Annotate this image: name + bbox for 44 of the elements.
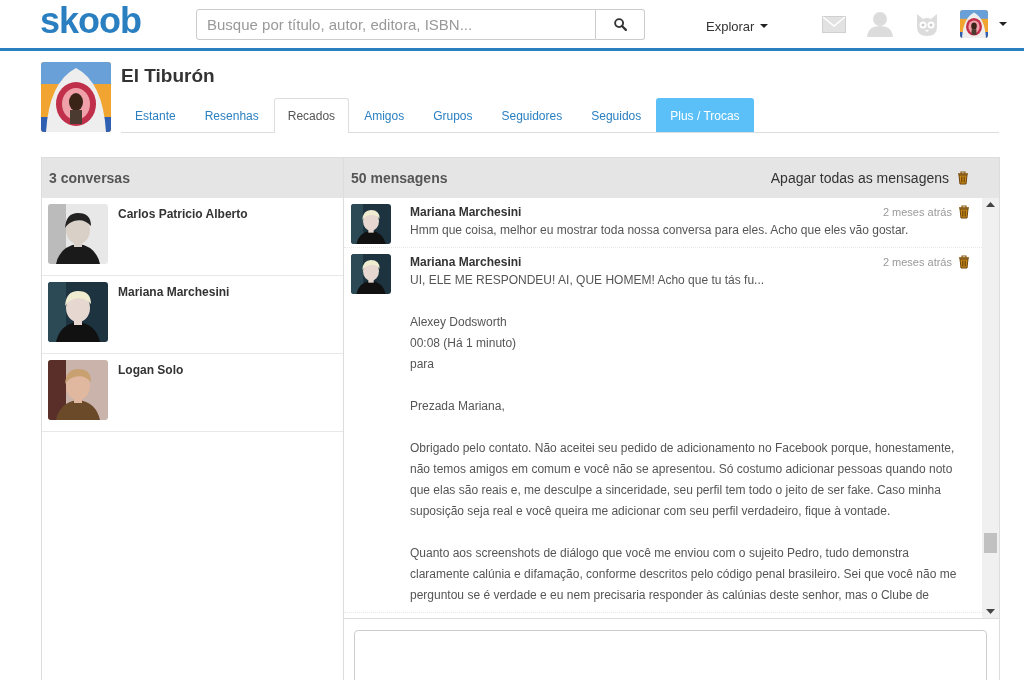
message-text: Hmm que coisa, melhor eu mostrar toda nossa conversa para eles. Acho que eles vão gostar. — [410, 222, 910, 239]
caret-icon — [999, 22, 1008, 26]
search-button[interactable] — [596, 8, 645, 40]
conversation-item[interactable]: Logan Solo — [42, 354, 343, 432]
message-text: 00:08 (Há 1 minuto) — [410, 335, 518, 352]
tab[interactable]: Resenhas — [190, 98, 273, 132]
scrollbar-thumb[interactable] — [984, 533, 997, 553]
conversation-item[interactable]: Carlos Patricio Alberto — [42, 198, 343, 276]
trash-icon[interactable] — [958, 255, 970, 269]
contact-name: Mariana Marchesini — [118, 285, 230, 301]
contact-name: Logan Solo — [118, 363, 184, 379]
search-field[interactable]: Busque por título, autor, editora, ISBN... — [196, 8, 596, 40]
tab[interactable]: Seguidores — [487, 98, 577, 132]
contact-name: Carlos Patricio Alberto — [118, 207, 248, 223]
panel-title: 50 mensagens — [351, 170, 448, 186]
explore-label: Explorar — [706, 18, 755, 34]
avatar-menu[interactable] — [960, 10, 1008, 38]
scroll-down-icon[interactable] — [986, 609, 995, 614]
explore-menu[interactable]: Explorar — [706, 18, 769, 34]
author-name[interactable]: Mariana Marchesini — [410, 255, 522, 269]
message-text: Quanto aos screenshots de diálogo que você me enviou com o sujeito Pedro, tudo demonstra claramente calúnia e difamação, conforme descritos pelo código penal brasileiro. Sei que você não me perguntou se é verdade e eu nem precisaria responder às calúnias deste senhor, mas o Clube de — [410, 545, 958, 604]
scroll-up-icon[interactable] — [986, 202, 995, 207]
message-text: Alexey Dodsworth — [410, 314, 508, 331]
trash-icon[interactable] — [958, 205, 970, 219]
message-text: para — [410, 356, 436, 373]
scrollbar[interactable] — [982, 198, 999, 618]
tab[interactable]: Grupos — [419, 98, 487, 132]
message-text: UI, ELE ME RESPONDEU! AI, QUE HOMEM! Acho que tu tás fu... — [410, 272, 766, 289]
search-icon — [613, 17, 627, 31]
profile-name: El Tiburón — [121, 64, 216, 88]
caret-icon — [760, 24, 769, 28]
tab[interactable]: Seguidos — [577, 98, 656, 132]
message-text: Prezada Mariana, — [410, 398, 506, 415]
message-text: Obrigado pelo contato. Não aceitei seu pedido de adicionamento no Facebook porque, honestamente, não temos amigos em comum e você não se apresentou. Só costumo adicionar pessoas quando noto que elas são reais e, me desculpe a sinceridade, seu perfil tem todo o jeito de ser fake. Caso minha suposição seja real e você queira me adicionar com seu perfil verdadeiro, fique à vontade. — [410, 440, 956, 520]
tab[interactable]: Amigos — [350, 98, 419, 132]
trash-icon — [957, 171, 969, 185]
panel-title: 3 conversas — [49, 170, 130, 186]
author-name[interactable]: Mariana Marchesini — [410, 205, 522, 219]
timestamp: 2 meses atrás — [882, 256, 952, 268]
tab[interactable]: Estante — [121, 98, 190, 132]
tab[interactable]: Recados — [273, 98, 350, 133]
timestamp: 2 meses atrás — [882, 206, 952, 218]
conversation-item[interactable]: Mariana Marchesini — [42, 276, 343, 354]
logo[interactable]: skoob — [40, 0, 196, 42]
